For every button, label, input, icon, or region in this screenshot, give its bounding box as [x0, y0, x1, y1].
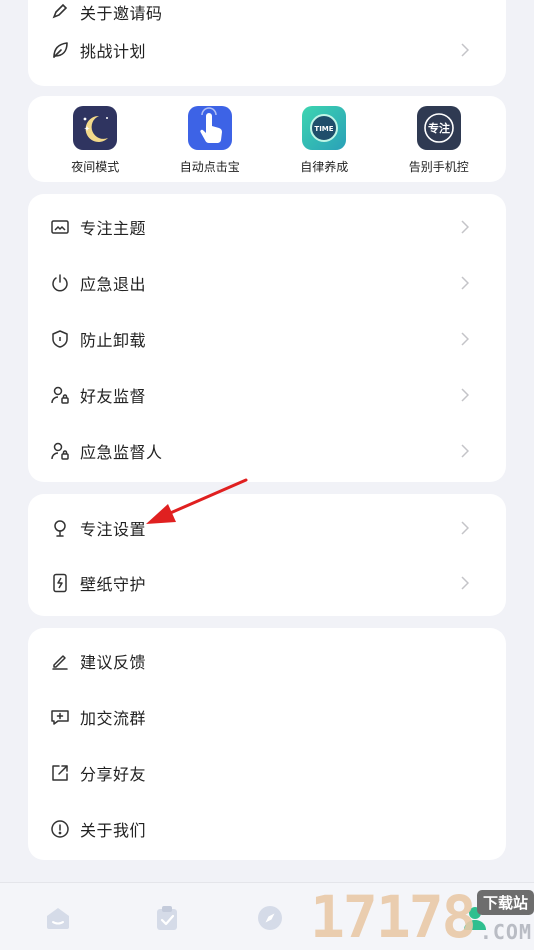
- join-group-row[interactable]: 加交流群: [28, 689, 506, 745]
- share-friends-row[interactable]: 分享好友: [28, 745, 506, 801]
- settings-card-2: 专注设置 壁纸守护: [28, 494, 506, 616]
- watermark-tag: 下载站: [476, 890, 534, 915]
- chevron-right-icon: [460, 42, 470, 58]
- time-badge-text: TIME: [315, 125, 334, 133]
- chat-plus-icon: [50, 707, 70, 727]
- user-lock-icon: [50, 385, 70, 405]
- shield-icon: [50, 329, 70, 349]
- chevron-right-icon: [460, 219, 470, 235]
- wallpaper-guard-row[interactable]: 壁纸守护: [28, 555, 506, 611]
- chevron-right-icon: [460, 443, 470, 459]
- image-icon: [50, 217, 70, 237]
- row-label: 应急退出: [80, 275, 147, 294]
- row-label: 壁纸守护: [80, 575, 147, 594]
- power-icon: [50, 273, 70, 293]
- watermark-suffix: .COM: [479, 920, 532, 944]
- watermark-number: 17178: [310, 883, 477, 950]
- challenge-plan-row[interactable]: 挑战计划: [28, 22, 506, 78]
- emergency-exit-row[interactable]: 应急退出: [28, 255, 506, 311]
- row-label: 加交流群: [80, 709, 147, 728]
- tool-auto-click[interactable]: 自动点击宝: [155, 106, 265, 175]
- bulb-icon: [50, 518, 70, 538]
- row-label: 好友监督: [80, 387, 147, 406]
- tool-night-mode[interactable]: 夜间模式: [40, 106, 150, 175]
- tools-card: 夜间模式 自动点击宝 TIME 自律养成 专注 告别手机控: [28, 96, 506, 182]
- hand-tap-icon: [187, 106, 232, 150]
- settings-card-1: 专注主题 应急退出 防止卸载 好友监督 应急监督人: [28, 194, 506, 482]
- chevron-right-icon: [460, 520, 470, 536]
- chevron-right-icon: [460, 275, 470, 291]
- prevent-uninstall-row[interactable]: 防止卸载: [28, 311, 506, 367]
- friend-supervision-row[interactable]: 好友监督: [28, 367, 506, 423]
- row-label: 建议反馈: [80, 653, 147, 672]
- focus-settings-row[interactable]: 专注设置: [28, 500, 506, 556]
- tool-label: 告别手机控: [408, 160, 469, 174]
- share-icon: [50, 763, 70, 783]
- time-icon: TIME: [302, 106, 347, 150]
- info-icon: [50, 819, 70, 839]
- challenge-plan-label: 挑战计划: [80, 42, 147, 61]
- row-label: 专注主题: [80, 219, 147, 238]
- moon-icon: [73, 106, 118, 150]
- chevron-right-icon: [460, 331, 470, 347]
- emergency-supervisor-row[interactable]: 应急监督人: [28, 423, 506, 479]
- row-label: 关于我们: [80, 821, 147, 840]
- pencil-icon: [50, 651, 70, 671]
- row-label: 防止卸载: [80, 331, 147, 350]
- watermark-logo: 17178 下载站 .COM: [310, 884, 534, 950]
- top-card: 关于邀请码 挑战计划: [28, 0, 506, 86]
- focus-icon: 专注: [416, 106, 461, 150]
- compass-icon[interactable]: [255, 903, 285, 933]
- chevron-right-icon: [460, 575, 470, 591]
- chevron-right-icon: [460, 387, 470, 403]
- home-icon[interactable]: [43, 903, 73, 933]
- row-label: 分享好友: [80, 765, 147, 784]
- phone-bolt-icon: [50, 573, 70, 593]
- tool-label: 自动点击宝: [179, 160, 240, 174]
- tool-label: 自律养成: [300, 160, 349, 174]
- row-label: 专注设置: [80, 520, 147, 539]
- leaf-icon: [50, 40, 70, 60]
- settings-card-3: 建议反馈 加交流群 分享好友 关于我们: [28, 628, 506, 860]
- invite-code-label: 关于邀请码: [80, 4, 163, 23]
- feedback-row[interactable]: 建议反馈: [28, 633, 506, 689]
- user-lock-icon: [50, 441, 70, 461]
- edit-icon: [50, 2, 70, 22]
- clipboard-icon[interactable]: [152, 903, 182, 933]
- tool-self-discipline[interactable]: TIME 自律养成: [269, 106, 379, 175]
- tool-label: 夜间模式: [71, 160, 120, 174]
- about-us-row[interactable]: 关于我们: [28, 801, 506, 857]
- focus-theme-row[interactable]: 专注主题: [28, 199, 506, 255]
- focus-badge-text: 专注: [428, 121, 450, 135]
- row-label: 应急监督人: [80, 443, 163, 462]
- tool-quit-phone[interactable]: 专注 告别手机控: [384, 106, 494, 175]
